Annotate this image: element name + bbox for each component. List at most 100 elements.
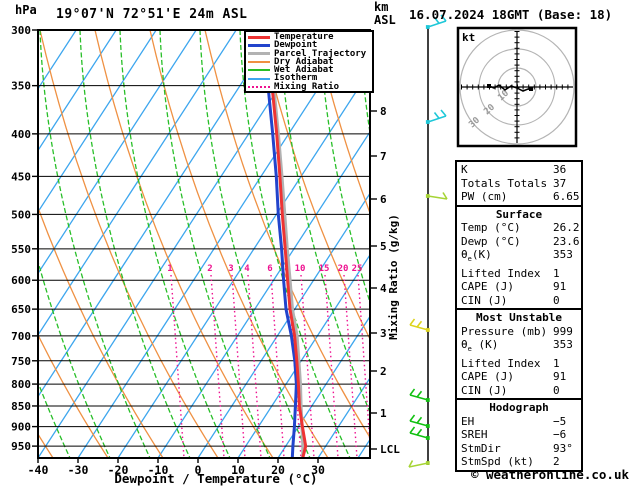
wind-barb	[409, 414, 430, 428]
wind-barb	[425, 192, 448, 200]
table-row-value: 0	[553, 293, 560, 307]
table-row-value: −5	[553, 414, 567, 428]
table-row-value: 353	[553, 338, 573, 352]
svg-text:300: 300	[11, 24, 31, 37]
pressure-unit-label: hPa	[15, 3, 37, 17]
svg-text:4: 4	[380, 282, 387, 295]
table-row-label: Pressure (mb)	[461, 324, 548, 338]
table-row-value: 36	[553, 163, 567, 176]
svg-text:400: 400	[11, 128, 31, 141]
svg-text:25: 25	[352, 264, 363, 274]
table-row: K 36	[457, 163, 581, 177]
legend-item-label: Mixing Ratio	[274, 81, 340, 92]
legend-line-sample	[248, 85, 270, 88]
legend-line-sample	[248, 52, 270, 56]
section-hodograph-stats: Hodograph EH −5 SREH −6 StmDir 93° StmSpd (kt) 2	[457, 398, 581, 470]
hodograph: 102030	[456, 26, 578, 148]
table-row-value: 23.6	[553, 234, 580, 248]
table-row: Pressure (mb) 999	[457, 325, 581, 339]
svg-text:20: 20	[338, 264, 349, 274]
svg-text:3: 3	[380, 327, 387, 340]
svg-text:-30: -30	[68, 463, 89, 477]
svg-text:1: 1	[380, 407, 387, 420]
svg-text:-40: -40	[28, 463, 49, 477]
table-row-label: CAPE (J)	[461, 370, 514, 384]
altitude-unit-km: km	[374, 0, 389, 14]
chart-legend: Temperature Dewpoint Parcel Trajectory Dry …	[244, 30, 374, 93]
table-row-label: Dewp (°C)	[461, 234, 521, 248]
table-row: Lifted Index 1	[457, 267, 581, 281]
table-row: StmSpd (kt) 2	[457, 455, 581, 469]
svg-text:7: 7	[380, 150, 387, 163]
svg-text:10: 10	[295, 264, 306, 274]
table-section-header: Hodograph	[489, 401, 549, 415]
table-row: StmDir 93°	[457, 442, 581, 456]
table-section-header: Surface	[495, 207, 543, 221]
table-row-value: 1	[553, 356, 560, 370]
table-row-label: CIN (J)	[461, 293, 508, 307]
svg-text:5: 5	[380, 240, 387, 253]
table-row-value: 2	[553, 455, 560, 469]
table-row: θe(K) 353	[457, 248, 581, 267]
table-row-label: θe(K)	[461, 248, 492, 264]
table-row: SREH −6	[457, 428, 581, 442]
svg-text:500: 500	[11, 208, 31, 221]
legend-line-sample	[248, 43, 270, 47]
legend-item: Mixing Ratio	[248, 81, 372, 92]
table-row-label: StmDir	[461, 441, 501, 455]
svg-text:850: 850	[11, 400, 31, 413]
svg-text:15: 15	[319, 264, 330, 274]
table-row-value: 6.65	[553, 190, 580, 203]
table-row: Dewp (°C) 23.6	[457, 235, 581, 249]
wind-barb	[409, 388, 430, 402]
wind-barb	[409, 318, 430, 332]
table-row: Lifted Index 1	[457, 357, 581, 371]
indices-table: K 36 Totals Totals 37 PW (cm) 6.65 Surface Temp…	[455, 160, 583, 472]
table-row-value: 91	[553, 370, 567, 384]
legend-line-sample	[248, 77, 270, 80]
altitude-unit-label: km ASL	[374, 1, 396, 27]
section-surface: Surface Temp (°C) 26.2 Dewp (°C) 23.6 θe(K) 35…	[457, 204, 581, 309]
table-row-label: PW (cm)	[461, 190, 508, 203]
hodograph-unit-label: kt	[462, 31, 476, 44]
table-row-value: 26.2	[553, 221, 580, 234]
table-row-label: EH	[461, 414, 475, 428]
table-row: PW (cm) 6.65	[457, 190, 581, 204]
table-row: θe (K) 353	[457, 338, 581, 357]
table-row-value: 0	[553, 383, 560, 397]
table-row-label: Temp (°C)	[461, 221, 521, 234]
table-row: CAPE (J) 91	[457, 370, 581, 384]
legend-line-sample	[248, 35, 270, 39]
table-row-label: CAPE (J)	[461, 280, 514, 294]
table-row: CIN (J) 0	[457, 384, 581, 398]
chart-title: 19°07'N 72°51'E 24m ASL	[56, 7, 248, 22]
svg-text:750: 750	[11, 355, 31, 368]
table-row-label: CIN (J)	[461, 383, 508, 397]
table-row-value: 37	[553, 176, 567, 190]
table-row-label: StmSpd (kt)	[461, 455, 534, 469]
svg-text:900: 900	[11, 421, 31, 434]
table-row-value: 1	[553, 266, 560, 280]
datetime-label: 16.07.2024 18GMT (Base: 18)	[409, 7, 613, 22]
table-row: CAPE (J) 91	[457, 280, 581, 294]
table-row-value: 999	[553, 324, 573, 338]
svg-text:950: 950	[11, 440, 31, 453]
table-row-value: −6	[553, 428, 567, 442]
svg-text:2: 2	[207, 264, 212, 274]
svg-text:6: 6	[380, 193, 387, 206]
section-most-unstable: Most Unstable Pressure (mb) 999 θe (K) 353 Li…	[457, 308, 581, 398]
svg-text:700: 700	[11, 330, 31, 343]
table-row: CIN (J) 0	[457, 294, 581, 308]
table-row-label: Lifted Index	[461, 356, 541, 370]
svg-text:3: 3	[228, 264, 233, 274]
table-row: Temp (°C) 26.2	[457, 221, 581, 235]
table-row-value: 93°	[553, 441, 573, 455]
table-row: Totals Totals 37	[457, 177, 581, 191]
svg-text:6: 6	[267, 264, 272, 274]
skewt-sounding-screen: 1 2 3 4 6 8 10 15 20 25 300 350 400 450 500 550 600 650 70…	[0, 0, 629, 486]
svg-text:550: 550	[11, 243, 31, 256]
table-row-label: Totals Totals	[461, 176, 548, 190]
svg-text:4: 4	[244, 264, 250, 274]
svg-text:650: 650	[11, 303, 31, 316]
legend-line-sample	[248, 69, 270, 72]
